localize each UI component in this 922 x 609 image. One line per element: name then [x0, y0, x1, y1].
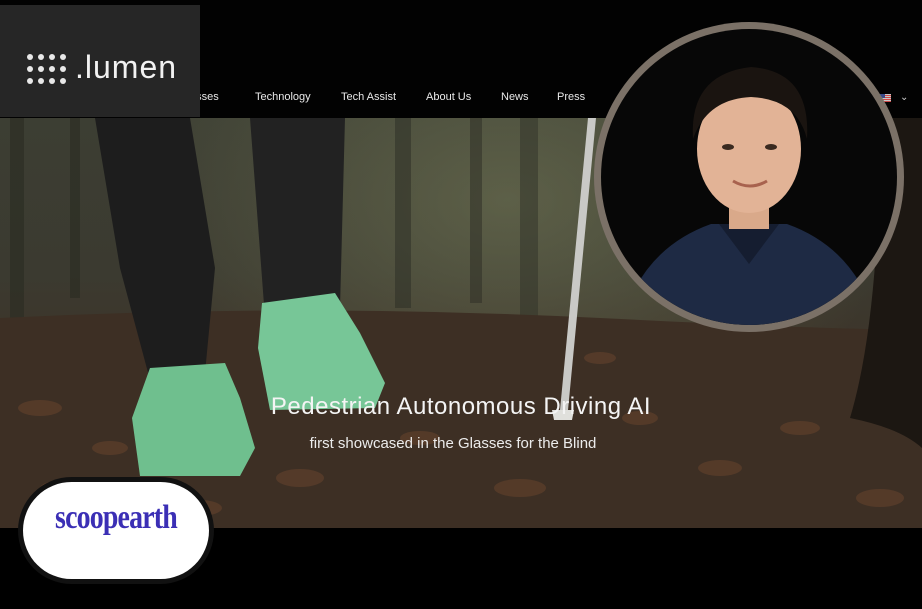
page: asses Technology Tech Assist About Us Ne…	[0, 0, 922, 609]
nav-item-news[interactable]: News	[501, 91, 529, 103]
person-photo	[601, 29, 897, 325]
nav-item-press[interactable]: Press	[557, 91, 585, 103]
site-logo[interactable]: .lumen	[0, 5, 200, 117]
nav-item-technology[interactable]: Technology	[255, 91, 311, 103]
logo-wordmark: .lumen	[75, 49, 178, 85]
dot-grid-logo-icon	[27, 54, 71, 84]
scoopearth-badge: scoopearth	[18, 477, 214, 584]
nav-item-about-us[interactable]: About Us	[426, 91, 471, 103]
hero-subtitle: first showcased in the Glasses for the B…	[309, 435, 597, 452]
nav-item-tech-assist[interactable]: Tech Assist	[341, 91, 396, 103]
badge-label: scoopearth	[55, 499, 178, 536]
chevron-down-icon: ⌄	[900, 92, 909, 103]
presenter-portrait	[594, 22, 904, 332]
hero-title: Pedestrian Autonomous Driving AI	[270, 393, 652, 420]
